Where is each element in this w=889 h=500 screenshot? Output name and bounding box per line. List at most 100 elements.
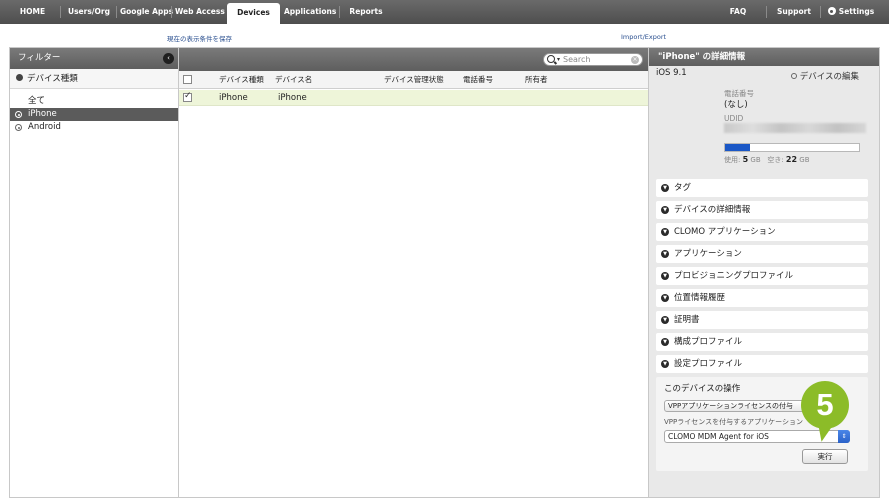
tab-home[interactable]: HOME xyxy=(10,0,55,24)
usage-free-unit: GB xyxy=(799,156,810,164)
section-clomo-apps[interactable]: ▼ CLOMO アプリケーション xyxy=(656,223,868,241)
usage-used-value: 5 xyxy=(742,155,749,164)
filter-item-android[interactable]: Android xyxy=(10,121,178,134)
col-phone-number[interactable]: 電話番号 xyxy=(463,71,493,89)
top-nav: HOME Users/Org Google Apps Web Access De… xyxy=(0,0,889,24)
filter-section-device-type[interactable]: デバイス種類 xyxy=(10,69,178,89)
nav-divider xyxy=(60,6,61,18)
filter-header: フィルター ‹ xyxy=(10,48,178,69)
settings-link[interactable]: Settings xyxy=(826,0,876,24)
nav-divider xyxy=(766,6,767,18)
caret-down-icon: ▾ xyxy=(557,56,561,63)
tab-web-access[interactable]: Web Access xyxy=(175,0,225,24)
os-version: iOS 9.1 xyxy=(656,68,687,78)
clear-icon[interactable]: × xyxy=(631,56,639,64)
section-label: 証明書 xyxy=(674,315,700,325)
col-owner[interactable]: 所有者 xyxy=(525,71,548,89)
execute-button[interactable]: 実行 xyxy=(802,449,848,464)
cell-device-name: iPhone xyxy=(278,93,307,103)
support-link[interactable]: Support xyxy=(773,0,815,24)
section-tags[interactable]: ▼ タグ xyxy=(656,179,868,197)
nav-divider xyxy=(820,6,821,18)
chevron-down-icon: ▼ xyxy=(661,338,669,346)
row-checkbox[interactable] xyxy=(183,91,192,102)
edit-device-link[interactable]: デバイスの編集 xyxy=(790,70,859,82)
step-marker: 5 xyxy=(801,381,849,429)
section-settings-profiles[interactable]: ▼ 設定プロファイル xyxy=(656,355,868,373)
section-device-details[interactable]: ▼ デバイスの詳細情報 xyxy=(656,201,868,219)
usage-used-unit: GB xyxy=(750,156,761,164)
section-label: デバイスの詳細情報 xyxy=(674,205,751,215)
chevron-down-icon: ▼ xyxy=(661,316,669,324)
usage-used-label: 使用: xyxy=(724,156,741,164)
edit-device-label: デバイスの編集 xyxy=(799,72,859,82)
select-all-checkbox[interactable] xyxy=(183,75,192,84)
import-export-link[interactable]: Import/Export xyxy=(621,33,666,41)
tab-users-org[interactable]: Users/Org xyxy=(64,0,114,24)
detail-title: "iPhone" の詳細情報 xyxy=(649,48,879,66)
search-icon xyxy=(547,55,555,63)
storage-bar-fill xyxy=(725,144,751,151)
vpp-license-button[interactable]: VPPアプリケーションライセンスの付与 xyxy=(664,400,814,412)
filter-item-label: Android xyxy=(28,122,61,132)
col-management-status[interactable]: デバイス管理状態 xyxy=(384,71,444,89)
filter-title: フィルター xyxy=(18,53,61,63)
section-provisioning-profiles[interactable]: ▼ プロビジョニングプロファイル xyxy=(656,267,868,285)
chevron-down-icon: ▼ xyxy=(661,272,669,280)
chevron-down-icon: ▼ xyxy=(661,184,669,192)
faq-link[interactable]: FAQ xyxy=(723,0,753,24)
section-label: タグ xyxy=(674,183,692,193)
filter-item-label: iPhone xyxy=(28,109,57,119)
section-label: 設定プロファイル xyxy=(674,359,743,369)
vpp-app-selected: CLOMO MDM Agent for iOS xyxy=(668,432,769,441)
section-label: アプリケーション xyxy=(674,249,742,259)
section-label: CLOMO アプリケーション xyxy=(674,227,776,237)
edit-icon xyxy=(790,73,797,79)
tab-devices[interactable]: Devices xyxy=(227,3,280,24)
chevron-down-icon: ▼ xyxy=(661,206,669,214)
settings-label: Settings xyxy=(838,7,875,16)
chevron-down-icon: ▼ xyxy=(661,294,669,302)
chevron-up-icon xyxy=(16,74,23,81)
chevron-down-icon: ▼ xyxy=(661,228,669,236)
search-input[interactable]: ▾ Search × xyxy=(543,53,643,66)
section-configuration-profiles[interactable]: ▼ 構成プロファイル xyxy=(656,333,868,351)
detail-panel: "iPhone" の詳細情報 iOS 9.1 デバイスの編集 電話番号 (なし)… xyxy=(649,47,880,498)
section-label: プロビジョニングプロファイル xyxy=(674,271,794,281)
tab-applications[interactable]: Applications xyxy=(284,0,336,24)
filter-section-label: デバイス種類 xyxy=(27,74,78,84)
section-location-history[interactable]: ▼ 位置情報履歴 xyxy=(656,289,868,307)
col-device-name[interactable]: デバイス名 xyxy=(275,71,312,89)
storage-bar xyxy=(724,143,860,152)
table-row[interactable]: iPhone iPhone xyxy=(179,90,648,106)
vpp-app-label: VPPライセンスを付与するアプリケーション xyxy=(664,418,803,426)
nav-divider xyxy=(339,6,340,18)
nav-divider xyxy=(171,6,172,18)
filter-item-iphone[interactable]: iPhone xyxy=(10,108,178,121)
section-label: 構成プロファイル xyxy=(674,337,743,347)
operations-title: このデバイスの操作 xyxy=(664,384,741,394)
section-applications[interactable]: ▼ アプリケーション xyxy=(656,245,868,263)
nav-divider xyxy=(116,6,117,18)
list-toolbar: ▾ Search × xyxy=(179,48,648,71)
gear-icon xyxy=(827,7,836,15)
storage-usage: 使用: 5 GB 空き: 22 GB xyxy=(724,155,810,165)
radio-icon xyxy=(15,111,22,118)
table-header: デバイス種類 デバイス名 デバイス管理状態 電話番号 所有者 xyxy=(179,71,648,89)
filter-item-all[interactable]: 全て xyxy=(10,95,178,108)
tab-google-apps[interactable]: Google Apps xyxy=(120,0,173,24)
udid-value-redacted xyxy=(724,123,866,133)
select-arrows-icon: ⇕ xyxy=(838,430,850,443)
collapse-left-icon[interactable]: ‹ xyxy=(163,53,174,64)
chevron-down-icon: ▼ xyxy=(661,250,669,258)
col-device-type[interactable]: デバイス種類 xyxy=(219,71,264,89)
save-view-link[interactable]: 現在の表示条件を保存 xyxy=(167,33,232,43)
section-certificates[interactable]: ▼ 証明書 xyxy=(656,311,868,329)
search-placeholder: Search xyxy=(563,55,591,64)
usage-free-value: 22 xyxy=(785,155,798,164)
chevron-down-icon: ▼ xyxy=(661,360,669,368)
tab-reports[interactable]: Reports xyxy=(343,0,389,24)
radio-icon xyxy=(15,124,22,131)
section-label: 位置情報履歴 xyxy=(674,293,726,303)
filter-panel: フィルター ‹ デバイス種類 全て iPhone Android xyxy=(9,47,179,498)
